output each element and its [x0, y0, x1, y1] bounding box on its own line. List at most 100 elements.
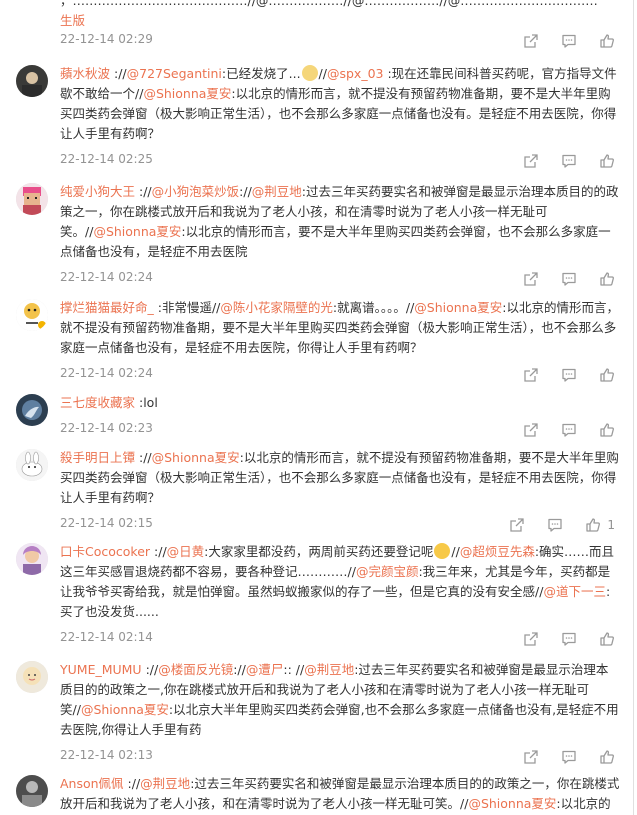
mention-link[interactable]: @Shionna夏安: [81, 702, 169, 717]
avatar[interactable]: [16, 661, 48, 693]
comment-username[interactable]: 殺手明日上镡: [60, 450, 135, 465]
like-icon: [599, 422, 615, 438]
comment-icon[interactable]: [561, 422, 577, 438]
comment-text-segment: ://: [141, 662, 159, 677]
comment-list: ，……………………………………//@………………//@………………//@……………: [0, 0, 634, 815]
comment-time: 22-12-14 02:29: [60, 32, 153, 46]
share-icon[interactable]: [523, 749, 539, 765]
comment-time: 22-12-14 02:25: [60, 152, 153, 166]
like-icon: [599, 271, 615, 287]
avatar[interactable]: [16, 299, 48, 331]
like-count: 1: [607, 518, 615, 532]
like-button[interactable]: [599, 422, 615, 438]
comment-username[interactable]: 撑烂猫猫最好命_: [60, 300, 154, 315]
comment-text-segment: ://: [123, 776, 141, 791]
comment-body: 撑烂猫猫最好命_ :非常慢遥//@陈小花家隔壁的光:就离谱。。。。//@Shio…: [60, 298, 620, 358]
mention-link[interactable]: @完颜宝颜: [356, 564, 419, 579]
like-button[interactable]: [599, 367, 615, 383]
comment-text-line2: 生版: [60, 13, 86, 28]
comment-icon[interactable]: [561, 631, 577, 647]
mention-link[interactable]: @楼面反光镜: [158, 662, 233, 677]
comment-body: 口卡Cococoker ://@日黄:大家家里都没药，两周前买药还要登记呢//@…: [60, 542, 620, 622]
mention-link[interactable]: @荆豆地: [140, 776, 190, 791]
comment-username[interactable]: 口卡Cococoker: [60, 544, 150, 559]
avatar[interactable]: [16, 65, 48, 97]
like-button[interactable]: [599, 153, 615, 169]
comment-icon[interactable]: [561, 153, 577, 169]
like-icon: [599, 749, 615, 765]
comment-actions: [523, 749, 615, 765]
comment-actions: [523, 367, 615, 383]
mention-link[interactable]: @荆豆地: [304, 662, 354, 677]
mention-link[interactable]: @超烦豆先森: [460, 544, 535, 559]
comment-time: 22-12-14 02:23: [60, 421, 153, 435]
mention-link[interactable]: @遭尸: [246, 662, 284, 677]
comment-time: 22-12-14 02:13: [60, 748, 153, 762]
avatar[interactable]: [16, 543, 48, 575]
comment-time: 22-12-14 02:24: [60, 270, 153, 284]
mention-link[interactable]: @Shionna夏安: [93, 224, 181, 239]
comment-username[interactable]: Anson佩佩: [60, 776, 124, 791]
comment-text-line1: ，……………………………………//@………………//@………………//@……………: [60, 0, 598, 8]
avatar[interactable]: [16, 449, 48, 481]
comment-text-segment: ://: [110, 66, 127, 81]
share-icon[interactable]: [523, 271, 539, 287]
comment-text-segment: :lol: [135, 395, 158, 410]
comment-icon[interactable]: [561, 271, 577, 287]
comment-username[interactable]: 纯爱小狗大王: [60, 184, 135, 199]
comment-body: 蘋水秋波 ://@727Segantini:已经发烧了...//@spx_03 …: [60, 64, 620, 144]
share-icon[interactable]: [523, 631, 539, 647]
mention-link[interactable]: @Shionna夏安: [414, 300, 502, 315]
comment-actions: [523, 631, 615, 647]
mention-link[interactable]: @小狗泡菜炒饭: [152, 184, 240, 199]
share-icon[interactable]: [523, 422, 539, 438]
comment-actions: [523, 33, 615, 49]
like-icon: [599, 153, 615, 169]
share-icon[interactable]: [523, 367, 539, 383]
comment-icon[interactable]: [561, 367, 577, 383]
comment-username[interactable]: 三七度收藏家: [60, 395, 135, 410]
avatar[interactable]: [16, 183, 48, 215]
comment-icon[interactable]: [561, 33, 577, 49]
share-icon[interactable]: [523, 33, 539, 49]
mention-link[interactable]: @Shionna夏安: [468, 796, 556, 811]
comment-time: 22-12-14 02:14: [60, 630, 153, 644]
comment-username[interactable]: 蘋水秋波: [60, 66, 110, 81]
mention-link[interactable]: @道下一三: [543, 584, 606, 599]
comment-actions: [523, 153, 615, 169]
mention-link[interactable]: @Shionna夏安: [143, 86, 231, 101]
comment-text-segment: //: [318, 66, 327, 81]
avatar[interactable]: [16, 394, 48, 426]
mention-link[interactable]: @荆豆地: [252, 184, 302, 199]
comment-body: YUME_MUMU ://@楼面反光镜://@遭尸:: //@荆豆地:过去三年买…: [60, 660, 620, 740]
like-button[interactable]: 1: [585, 517, 615, 533]
comment-text-segment: ://: [233, 662, 246, 677]
mention-link[interactable]: @727Segantini: [127, 66, 222, 81]
comment-time: 22-12-14 02:24: [60, 366, 153, 380]
like-icon[interactable]: [599, 33, 615, 49]
mention-link[interactable]: @Shionna夏安: [152, 450, 240, 465]
mention-link[interactable]: @spx_03: [327, 66, 384, 81]
mention-link[interactable]: @日黄: [167, 544, 205, 559]
mention-link[interactable]: @陈小花家隔壁的光: [220, 300, 333, 315]
comment-username[interactable]: YUME_MUMU: [60, 662, 142, 677]
like-button[interactable]: [599, 749, 615, 765]
comment-icon[interactable]: [561, 749, 577, 765]
like-icon: [599, 631, 615, 647]
avatar[interactable]: [16, 775, 48, 807]
comment-body: 纯爱小狗大王 ://@小狗泡菜炒饭://@荆豆地:过去三年买药要实名和被弹窗是最…: [60, 182, 620, 262]
share-icon[interactable]: [509, 517, 525, 533]
comment-text-segment: :大家家里都没药，两周前买药还要登记呢: [204, 544, 434, 559]
comment-actions: [523, 271, 615, 287]
comment-body: 殺手明日上镡 ://@Shionna夏安:以北京的情形而言，就不提没有预留药物准…: [60, 448, 620, 508]
like-button[interactable]: [599, 631, 615, 647]
laughing-emoji-icon: [434, 543, 451, 559]
comment-text-segment: //: [451, 544, 460, 559]
like-button[interactable]: [599, 271, 615, 287]
share-icon[interactable]: [523, 153, 539, 169]
comment-text-segment: :就离谱。。。。//: [332, 300, 415, 315]
comment-text: ，……………………………………//@………………//@………………//@……………: [60, 0, 620, 31]
comment-text-segment: :已经发烧了...: [221, 66, 301, 81]
comment-actions: [523, 422, 615, 438]
comment-icon[interactable]: [547, 517, 563, 533]
